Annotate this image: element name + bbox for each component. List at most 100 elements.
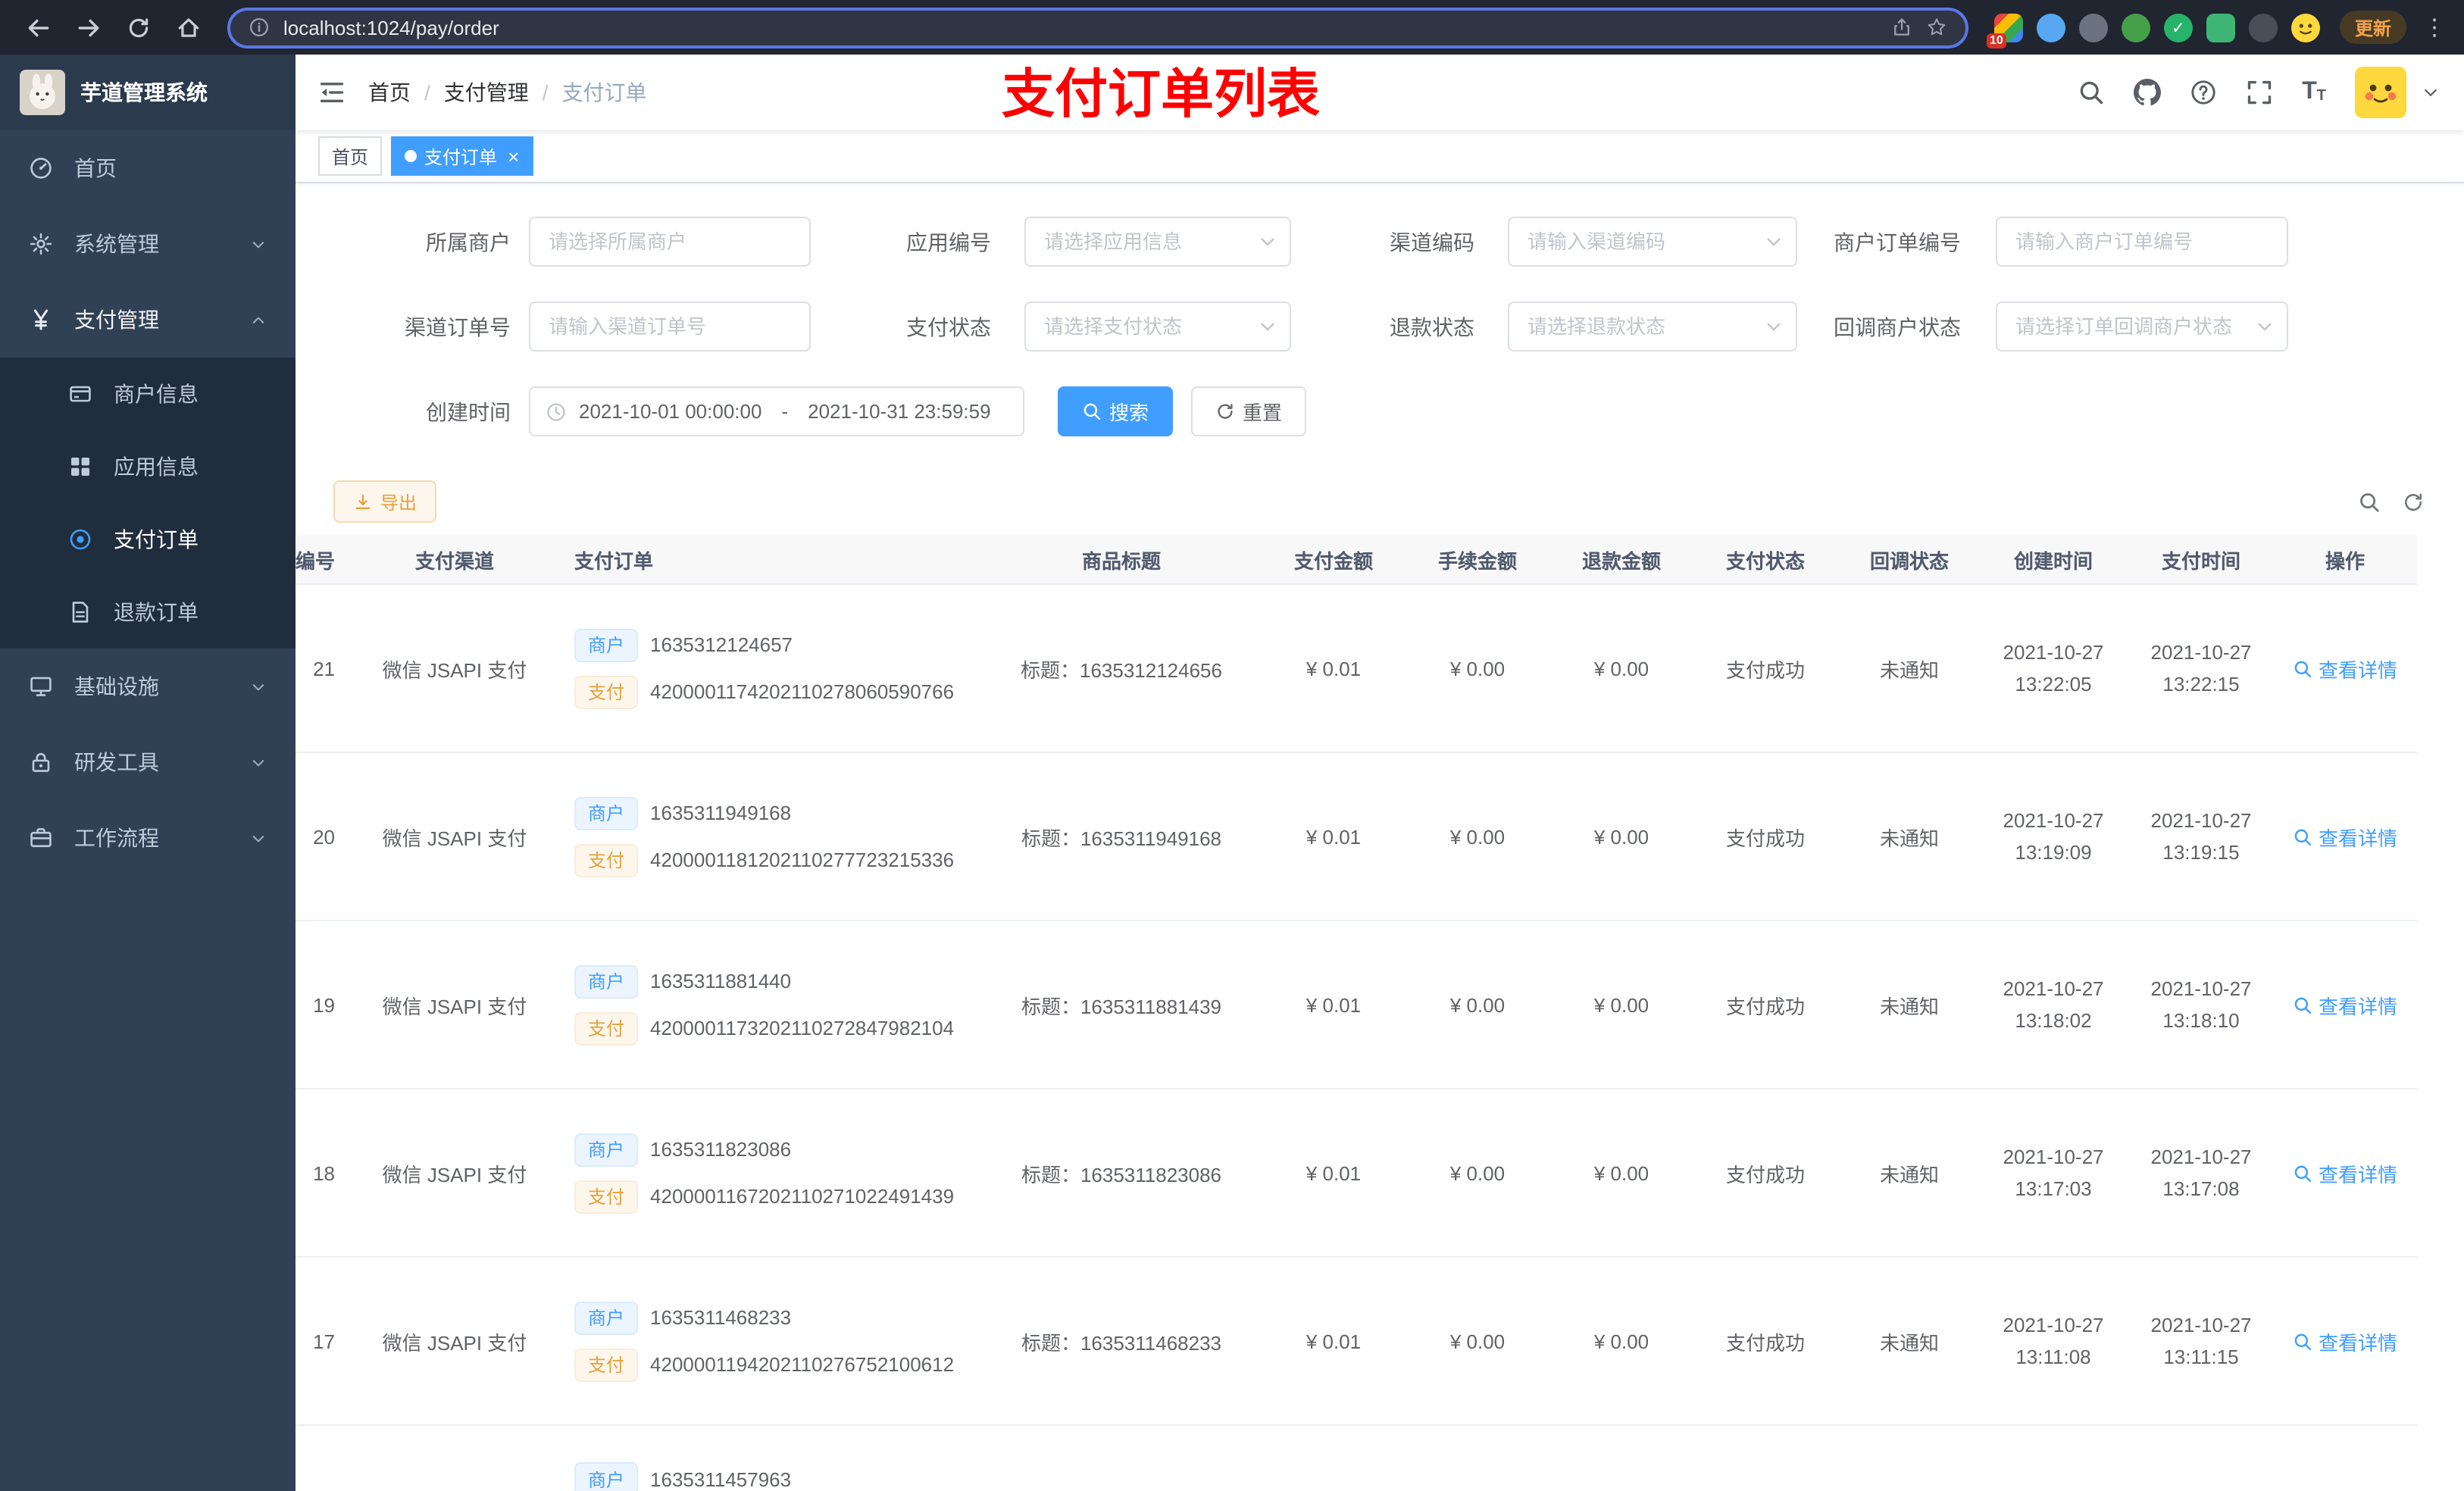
channel-order-input[interactable] xyxy=(529,302,811,352)
app-select-input[interactable] xyxy=(1024,217,1291,267)
reset-button-label: 重置 xyxy=(1243,402,1283,424)
breadcrumb-item-payment[interactable]: 支付管理 xyxy=(444,77,529,108)
notify-status-cell: 未通知 xyxy=(1841,1089,1978,1258)
notify-status-select[interactable] xyxy=(1996,302,2288,352)
tag-pay-order[interactable]: 支付订单 × xyxy=(391,136,533,176)
caret-down-icon[interactable] xyxy=(2422,83,2440,102)
merchant-order-field[interactable] xyxy=(1996,217,2288,267)
yen-icon xyxy=(29,308,53,332)
channel-order-field[interactable] xyxy=(529,302,811,352)
search-icon[interactable] xyxy=(2078,79,2105,106)
extension-icon[interactable] xyxy=(2248,13,2278,42)
pay-order-no: 4200001194202110276752100612 xyxy=(650,1353,955,1376)
date-start[interactable]: 2021-10-01 00:00:00 xyxy=(579,400,761,423)
sidebar-item-system[interactable]: 系统管理 xyxy=(0,206,295,282)
browser-toolbar: localhost:1024/pay/order 10 ✓ 更新 ⋮ xyxy=(0,0,2464,55)
bookmark-star-icon[interactable] xyxy=(1926,17,1947,38)
refund-status-select[interactable] xyxy=(1508,302,1797,352)
browser-menu-icon[interactable]: ⋮ xyxy=(2423,14,2446,41)
notify-status-input[interactable] xyxy=(1996,302,2288,352)
extension-icon[interactable]: ✓ xyxy=(2163,13,2193,42)
pay-status-select[interactable] xyxy=(1024,302,1291,352)
fontsize-icon[interactable]: TT xyxy=(2302,80,2326,105)
extension-icon[interactable] xyxy=(2121,13,2150,42)
home-button[interactable] xyxy=(168,8,208,47)
fullscreen-icon[interactable] xyxy=(2246,79,2273,106)
column-header: 编号 xyxy=(295,535,356,585)
extension-icon[interactable] xyxy=(2206,13,2235,42)
chevron-up-icon xyxy=(250,311,267,328)
sidebar-item-home[interactable]: 首页 xyxy=(0,130,295,206)
tag-home[interactable]: 首页 xyxy=(318,136,383,176)
breadcrumb-separator: / xyxy=(424,80,430,105)
update-button[interactable]: 更新 xyxy=(2339,11,2406,44)
sidebar-item-app-info[interactable]: 应用信息 xyxy=(0,430,295,503)
view-detail-link[interactable]: 查看详情 xyxy=(2293,1158,2397,1187)
extension-icon[interactable] xyxy=(2078,13,2108,42)
merchant-order-input[interactable] xyxy=(1996,217,2288,267)
sidebar-item-merchant-info[interactable]: 商户信息 xyxy=(0,358,295,430)
date-end[interactable]: 2021-10-31 23:59:59 xyxy=(808,400,990,423)
refresh-table-icon[interactable] xyxy=(2402,490,2425,513)
sidebar-item-pay-order[interactable]: 支付订单 xyxy=(0,503,295,576)
sidebar-item-workflow[interactable]: 工作流程 xyxy=(0,800,295,876)
extension-icon[interactable]: 10 xyxy=(1986,13,2023,48)
refund-status-input[interactable] xyxy=(1508,302,1797,352)
reload-button[interactable] xyxy=(118,8,158,47)
export-button[interactable]: 导出 xyxy=(333,480,437,523)
pay-order-no: 4200001173202110272847982104 xyxy=(650,1017,955,1039)
view-detail-link[interactable]: 查看详情 xyxy=(2293,990,2397,1019)
logo-avatar xyxy=(20,70,65,115)
view-detail-link[interactable]: 查看详情 xyxy=(2293,654,2397,683)
sidebar-item-refund-order[interactable]: 退款订单 xyxy=(0,576,295,649)
avatar[interactable] xyxy=(2355,67,2406,118)
action-cell: 查看详情 xyxy=(2273,752,2417,921)
pay-tag: 支付 xyxy=(574,1348,639,1381)
merchant-tag: 商户 xyxy=(574,964,639,998)
app-select[interactable] xyxy=(1024,217,1291,267)
sidebar-item-dev-tools[interactable]: 研发工具 xyxy=(0,724,295,800)
fee-amount-cell: ¥ 0.00 xyxy=(1402,1089,1553,1258)
pay-status-cell: 支付成功 xyxy=(1690,1257,1841,1426)
channel-code-input[interactable] xyxy=(1508,217,1797,267)
forward-button[interactable] xyxy=(68,8,108,47)
sidebar-item-payment[interactable]: 支付管理 xyxy=(0,282,295,358)
merchant-order-no: 1635311457963 xyxy=(650,1468,792,1490)
pay-status-input[interactable] xyxy=(1024,302,1291,352)
url-bar[interactable]: localhost:1024/pay/order xyxy=(227,7,1968,48)
github-icon[interactable] xyxy=(2134,79,2162,106)
view-detail-link[interactable]: 查看详情 xyxy=(2293,1327,2397,1355)
emoji-extension-icon[interactable] xyxy=(2290,13,2320,42)
date-range-picker[interactable]: 2021-10-01 00:00:00 - 2021-10-31 23:59:5… xyxy=(529,386,1024,436)
sidebar-item-infrastructure[interactable]: 基础设施 xyxy=(0,649,295,724)
magnifier-icon xyxy=(2293,658,2312,678)
home-icon xyxy=(175,14,201,40)
merchant-select-input[interactable] xyxy=(529,217,811,267)
screen: localhost:1024/pay/order 10 ✓ 更新 ⋮ 芋道管理系… xyxy=(0,0,2464,1491)
app-logo[interactable]: 芋道管理系统 xyxy=(0,55,295,130)
reset-button[interactable]: 重置 xyxy=(1191,386,1307,436)
breadcrumb-item-home[interactable]: 首页 xyxy=(368,77,411,108)
url-text[interactable]: localhost:1024/pay/order xyxy=(283,16,1878,39)
chevron-down-icon xyxy=(250,754,267,771)
view-detail-link[interactable]: 查看详情 xyxy=(2293,822,2397,851)
gauge-icon xyxy=(29,156,53,180)
chevron-down-icon xyxy=(1764,232,1784,252)
product-title-cell: 标题：1635311881439 xyxy=(977,921,1265,1089)
channel-code-select[interactable] xyxy=(1508,217,1797,267)
search-button[interactable]: 搜索 xyxy=(1058,386,1174,436)
sidebar-toggle-button[interactable] xyxy=(295,55,368,130)
merchant-tag: 商户 xyxy=(574,796,639,830)
pay-channel-cell: 微信 JSAPI 支付 xyxy=(356,1257,553,1426)
pay-time-cell: 2021-10-27 13:18:10 xyxy=(2129,921,2273,1089)
back-button[interactable] xyxy=(18,8,58,47)
close-icon[interactable]: × xyxy=(508,146,519,166)
docs-icon[interactable] xyxy=(2190,79,2217,106)
merchant-select[interactable] xyxy=(529,217,811,267)
share-icon[interactable] xyxy=(1891,17,1912,38)
sidebar-submenu: 商户信息 应用信息 支付订单 退款订单 xyxy=(0,358,295,649)
sidebar-item-label: 基础设施 xyxy=(74,674,159,699)
doc-icon xyxy=(68,600,92,624)
extension-icon[interactable] xyxy=(2036,13,2065,42)
search-toggle-icon[interactable] xyxy=(2358,490,2381,513)
